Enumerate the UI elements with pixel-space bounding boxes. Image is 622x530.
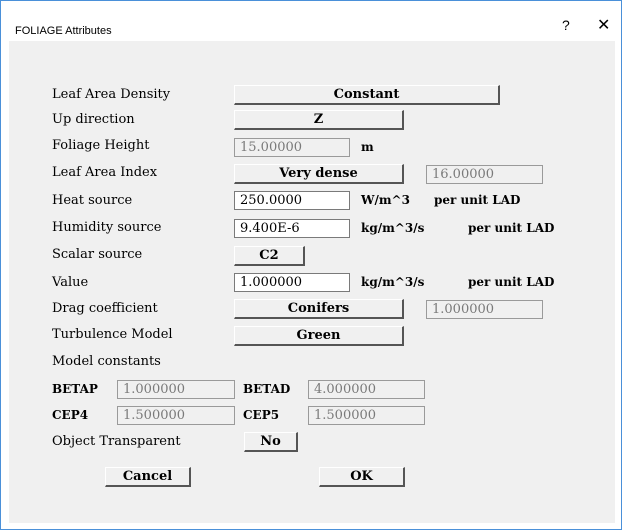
leaf-area-index-label: Leaf Area Index <box>52 165 158 180</box>
object-transparent-button[interactable]: No <box>244 432 298 452</box>
humidity-source-unit: kg/m^3/s <box>361 221 425 235</box>
help-icon[interactable]: ? <box>562 17 570 33</box>
heat-source-suffix: per unit LAD <box>434 193 521 207</box>
humidity-source-suffix: per unit LAD <box>468 221 555 235</box>
model-constants-heading: Model constants <box>52 354 161 369</box>
cep5-label: CEP5 <box>243 408 280 422</box>
foliage-height-field: 15.00000 <box>234 138 350 157</box>
drag-coefficient-label: Drag coefficient <box>52 301 158 316</box>
betad-label: BETAD <box>243 382 291 396</box>
scalar-source-label: Scalar source <box>52 247 143 262</box>
scalar-source-button[interactable]: C2 <box>234 246 305 266</box>
value-unit: kg/m^3/s <box>361 275 425 289</box>
close-icon[interactable]: ✕ <box>597 15 610 35</box>
betad-field: 4.000000 <box>308 380 425 399</box>
betap-field: 1.000000 <box>117 380 235 399</box>
humidity-source-label: Humidity source <box>52 220 162 235</box>
dialog-window: FOLIAGE Attributes ? ✕ Leaf Area Density… <box>0 0 622 530</box>
leaf-area-density-button[interactable]: Constant <box>234 85 500 105</box>
foliage-height-label: Foliage Height <box>52 138 150 153</box>
drag-coefficient-button[interactable]: Conifers <box>234 299 404 319</box>
value-field[interactable]: 1.000000 <box>234 273 350 292</box>
leaf-area-density-label: Leaf Area Density <box>52 87 171 102</box>
heat-source-label: Heat source <box>52 193 133 208</box>
value-suffix: per unit LAD <box>468 275 555 289</box>
leaf-area-index-button[interactable]: Very dense <box>234 164 404 184</box>
up-direction-button[interactable]: Z <box>234 110 404 130</box>
humidity-source-field[interactable]: 9.400E-6 <box>234 219 350 238</box>
leaf-area-index-field: 16.00000 <box>426 165 543 184</box>
ok-button[interactable]: OK <box>319 467 405 487</box>
object-transparent-label: Object Transparent <box>52 434 181 449</box>
heat-source-field[interactable]: 250.0000 <box>234 191 350 210</box>
betap-label: BETAP <box>52 382 98 396</box>
window-title: FOLIAGE Attributes <box>15 25 112 37</box>
turbulence-model-label: Turbulence Model <box>52 327 173 342</box>
turbulence-model-button[interactable]: Green <box>234 326 404 346</box>
cep5-field: 1.500000 <box>308 406 425 425</box>
cancel-button[interactable]: Cancel <box>105 467 191 487</box>
value-label: Value <box>52 275 89 290</box>
up-direction-label: Up direction <box>52 112 135 127</box>
drag-coefficient-field: 1.000000 <box>426 300 543 319</box>
heat-source-unit: W/m^3 <box>361 193 410 207</box>
cep4-label: CEP4 <box>52 408 89 422</box>
title-bar: FOLIAGE Attributes ? ✕ <box>1 1 621 41</box>
cep4-field: 1.500000 <box>117 406 235 425</box>
foliage-height-unit: m <box>361 140 374 154</box>
